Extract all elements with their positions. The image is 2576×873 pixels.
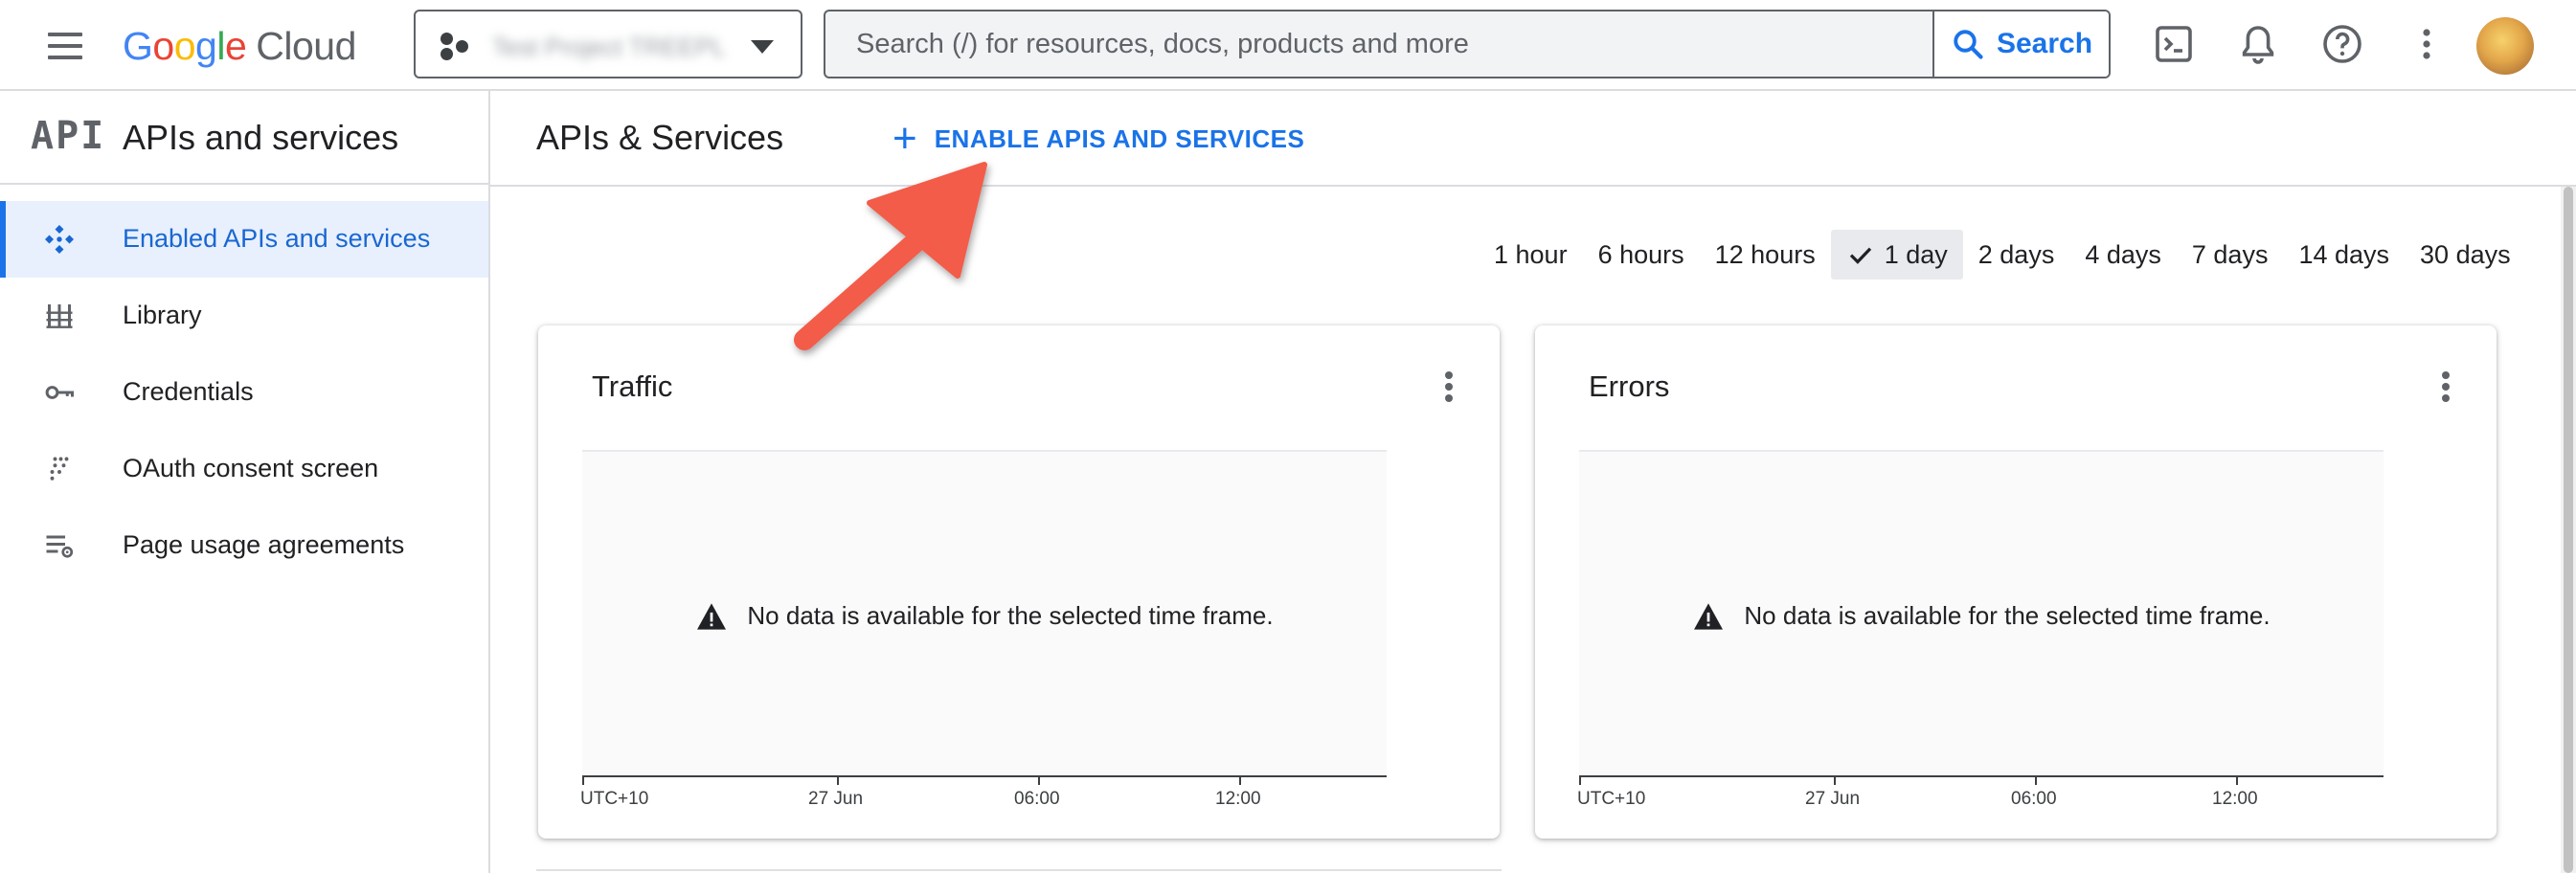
time-option-label: 7 days [2191,239,2269,269]
x-tick [1834,775,1836,785]
no-data-text: No data is available for the selected ti… [1744,601,2271,630]
no-data-text: No data is available for the selected ti… [747,601,1274,630]
no-data-message: No data is available for the selected ti… [1579,601,2384,631]
x-tick-label: 27 Jun [1805,789,1861,809]
search-box: Search [824,10,2111,78]
sidebar-item-label: OAuth consent screen [123,454,379,482]
help-icon[interactable] [2319,21,2365,67]
sidebar-item-label: Library [123,301,202,329]
cloud-shell-icon[interactable] [2151,21,2197,67]
check-icon [1849,247,1871,264]
time-option-label: 6 hours [1597,239,1684,269]
page-title: APIs & Services [536,118,784,157]
time-option-4-days[interactable]: 4 days [2069,230,2177,280]
more-vert-icon[interactable] [1435,366,1463,408]
project-name: Test Project TREEPL [492,33,726,61]
x-axis [582,775,1387,777]
enabled-apis-icon [45,225,74,254]
x-tick-label: UTC+10 [580,789,649,809]
vertical-scrollbar[interactable] [2561,187,2576,873]
page-header: APIs & Services + ENABLE APIS AND SERVIC… [490,91,2576,187]
sidebar-item-credentials[interactable]: Credentials [0,354,488,431]
page-settings-icon [46,535,74,558]
x-axis [1579,775,2384,777]
enable-apis-button[interactable]: + ENABLE APIS AND SERVICES [893,112,1304,166]
chart-plot-area: No data is available for the selected ti… [1579,450,2384,775]
more-vert-icon[interactable] [2404,21,2450,67]
time-option-1-day[interactable]: 1 day [1830,230,1963,280]
search-button[interactable]: Search [1932,11,2109,77]
more-vert-icon[interactable] [2431,366,2460,408]
time-option-1-hour[interactable]: 1 hour [1479,230,1583,280]
x-tick [1239,775,1241,785]
time-option-label: 2 days [1977,239,2055,269]
notifications-bell-icon[interactable] [2235,21,2281,67]
x-tick [837,775,839,785]
x-tick-label: 12:00 [1215,789,1261,809]
time-option-label: 4 days [2085,239,2161,269]
sidebar-item-label: Credentials [123,377,254,406]
time-option-label: 14 days [2298,239,2390,269]
time-option-label: 30 days [2420,239,2511,269]
oauth-consent-icon [50,457,69,481]
x-tick-label: 06:00 [2011,789,2057,809]
enable-apis-label: ENABLE APIS AND SERVICES [934,123,1305,153]
project-icon [441,33,469,61]
x-tick [2035,775,2037,785]
no-data-message: No data is available for the selected ti… [582,601,1387,631]
time-option-7-days[interactable]: 7 days [2177,230,2284,280]
chevron-down-icon [751,40,774,54]
errors-chart-card: Errors No data is available for the sele… [1535,325,2497,839]
sidebar-item-label: Page usage agreements [123,530,405,559]
time-option-30-days[interactable]: 30 days [2405,230,2526,280]
user-avatar[interactable] [2476,17,2534,75]
x-tick [1579,775,1581,785]
sidebar-title: APIs and services [123,118,399,157]
sidebar: API APIs and services Enabled APIs and s… [0,91,490,873]
time-option-6-hours[interactable]: 6 hours [1583,230,1700,280]
hamburger-menu-icon[interactable] [42,27,88,65]
traffic-chart-card: Traffic No data is available for the sel… [538,325,1500,839]
logo-cloud-text: Cloud [256,23,356,68]
search-button-label: Search [1996,28,2093,59]
logo-google: Google [123,23,247,68]
card-title: Traffic [592,369,673,403]
warning-icon [697,602,727,630]
time-option-14-days[interactable]: 14 days [2283,230,2405,280]
sidebar-item-oauth-consent[interactable]: OAuth consent screen [0,431,488,507]
x-tick-label: 06:00 [1014,789,1060,809]
time-range-selector: 1 hour 6 hours 12 hours 1 day 2 days 4 d… [1479,230,2526,280]
sidebar-item-enabled-apis[interactable]: Enabled APIs and services [0,201,488,278]
search-input[interactable] [825,11,1932,77]
x-tick [1038,775,1040,785]
time-option-2-days[interactable]: 2 days [1963,230,2070,280]
time-option-label: 12 hours [1714,239,1816,269]
google-cloud-logo[interactable]: Google Cloud [123,17,356,75]
library-icon [46,304,73,328]
key-icon [45,386,74,399]
sidebar-item-label: Enabled APIs and services [123,224,431,253]
api-logo: API [31,114,106,158]
top-app-bar: Google Cloud Test Project TREEPL Search [0,0,2576,91]
scrollbar-thumb[interactable] [2564,187,2573,873]
time-option-12-hours[interactable]: 12 hours [1700,230,1831,280]
add-icon: + [893,115,917,162]
card-title: Errors [1589,369,1670,403]
chart-plot-area: No data is available for the selected ti… [582,450,1387,775]
time-option-label: 1 day [1884,239,1948,269]
x-tick [2236,775,2238,785]
x-tick-label: 27 Jun [808,789,864,809]
sidebar-item-library[interactable]: Library [0,278,488,354]
warning-icon [1694,602,1724,630]
x-tick [582,775,584,785]
x-tick-label: UTC+10 [1577,789,1646,809]
time-option-label: 1 hour [1494,239,1568,269]
project-picker[interactable]: Test Project TREEPL [414,10,802,78]
sidebar-item-page-usage[interactable]: Page usage agreements [0,507,488,584]
search-icon [1954,30,1983,59]
sidebar-header: API APIs and services [0,91,488,185]
x-tick-label: 12:00 [2212,789,2258,809]
next-card-edge [536,869,1502,873]
